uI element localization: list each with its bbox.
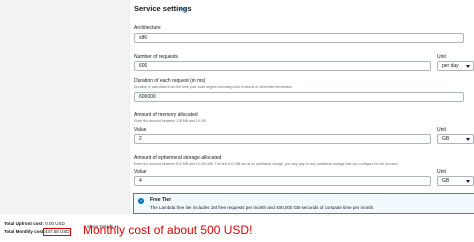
free-tier-text: The Lambda free tier includes 1M free re… xyxy=(150,205,375,210)
storage-value: 4 xyxy=(139,178,142,184)
chevron-down-icon xyxy=(466,138,470,141)
memory-unit-select[interactable]: GB xyxy=(437,134,474,144)
duration-input[interactable]: 600000 xyxy=(134,92,464,102)
storage-value-label: Value xyxy=(134,169,147,175)
architecture-select[interactable]: x86 xyxy=(134,33,464,43)
monthly-cost: Total Monthly cost: xyxy=(4,229,45,234)
storage-unit-label: Unit xyxy=(437,169,446,175)
storage-hint: Enter the amount between 512 MB and 10,2… xyxy=(134,162,399,166)
upfront-cost-value: 0.00 USD xyxy=(45,221,65,226)
monthly-cost-label: Total Monthly cost: xyxy=(4,229,45,234)
memory-unit-value: GB xyxy=(442,136,450,142)
memory-hint: Enter the amount between 128 MB and 10 G… xyxy=(134,119,206,123)
highlight-box xyxy=(43,228,71,236)
requests-input[interactable]: 600 xyxy=(134,61,431,71)
storage-input[interactable]: 4 xyxy=(134,176,431,186)
info-link[interactable]: Info xyxy=(180,6,187,11)
storage-unit-select[interactable]: GB xyxy=(437,176,474,186)
memory-value-label: Value xyxy=(134,127,147,133)
annotation-text: Monthly cost of about 500 USD! xyxy=(83,223,253,237)
free-tier-alert: i Free Tier The Lambda free tier include… xyxy=(133,193,474,214)
info-icon: i xyxy=(138,198,144,204)
memory-label: Amount of memory allocated xyxy=(134,112,198,118)
free-tier-title: Free Tier xyxy=(150,197,172,203)
requests-unit-label: Unit xyxy=(437,54,446,60)
architecture-label: Architecture xyxy=(134,25,161,31)
left-background xyxy=(0,0,129,214)
upfront-cost: Total Upfront cost: 0.00 USD xyxy=(4,221,65,226)
storage-label: Amount of ephemeral storage allocated xyxy=(134,155,222,161)
requests-label: Number of requests xyxy=(134,54,178,60)
chevron-down-icon xyxy=(466,180,470,183)
duration-hint: Duration is calculated from the time you… xyxy=(134,85,293,89)
requests-unit-value: per day xyxy=(442,63,459,69)
requests-value: 600 xyxy=(139,63,148,69)
requests-unit-select[interactable]: per day xyxy=(437,61,474,71)
duration-value: 600000 xyxy=(139,94,156,100)
memory-unit-label: Unit xyxy=(437,127,446,133)
architecture-value: x86 xyxy=(139,35,148,41)
chevron-down-icon xyxy=(466,65,470,68)
duration-label: Duration of each request (in ms) xyxy=(134,78,206,84)
memory-input[interactable]: 2 xyxy=(134,134,431,144)
storage-unit-value: GB xyxy=(442,178,450,184)
memory-value: 2 xyxy=(139,136,142,142)
upfront-cost-label: Total Upfront cost: xyxy=(4,221,44,226)
